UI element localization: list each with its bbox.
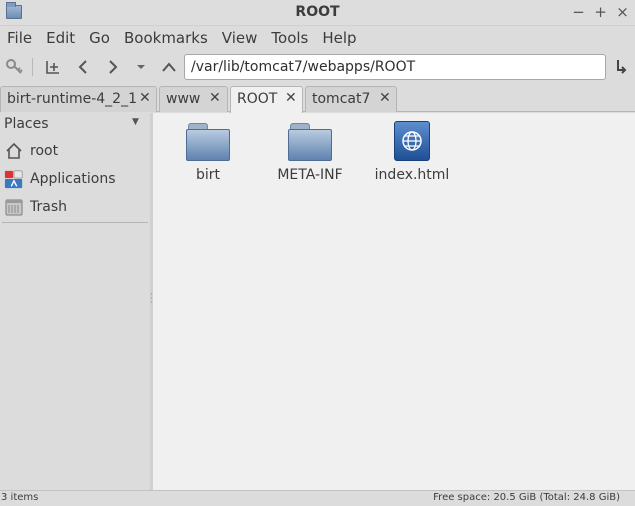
sidebar-item-label: Applications [30,171,116,187]
tab-tomcat7[interactable]: tomcat7 ✕ [305,86,397,112]
sidebar-divider [2,222,148,223]
back-button[interactable] [72,56,94,78]
toolbar-separator [32,58,33,76]
forward-button[interactable] [102,56,124,78]
close-icon[interactable]: × [616,3,629,21]
tab-label: birt-runtime-4_2_1 [7,91,137,107]
key-icon [6,59,23,74]
tab-label: www [166,91,201,107]
toolbar: /var/lib/tomcat7/webapps/ROOT [0,50,635,84]
home-icon [4,141,24,161]
tab-root[interactable]: ROOT ✕ [230,86,303,113]
file-name: index.html [374,167,450,183]
new-tab-button[interactable] [42,56,64,78]
html-globe-icon [394,121,430,161]
tab-label: tomcat7 [312,91,371,107]
parent-folder-button[interactable] [158,56,180,78]
menu-bookmarks[interactable]: Bookmarks [119,29,213,47]
menu-bar: File Edit Go Bookmarks View Tools Help [0,26,635,50]
tab-www[interactable]: www ✕ [159,86,228,112]
close-tab-icon[interactable]: ✕ [209,90,221,106]
menu-view[interactable]: View [217,29,263,47]
forward-arrow-icon [109,60,118,74]
up-arrow-icon [162,62,176,72]
folder-icon [186,121,230,161]
file-item-index-html[interactable]: index.html [364,121,460,183]
sidebar-item-label: root [30,143,59,159]
path-input[interactable]: /var/lib/tomcat7/webapps/ROOT [184,54,606,80]
chevron-down-icon [137,65,145,69]
sidebar: Places ▼ root Applications Trash [0,113,150,490]
close-tab-icon[interactable]: ✕ [379,90,391,106]
tab-birt-runtime[interactable]: birt-runtime-4_2_1 ✕ [0,86,157,112]
status-bar: 3 items Free space: 20.5 GiB (Total: 24.… [0,490,635,506]
file-item-meta-inf[interactable]: META-INF [262,121,358,183]
item-count: 3 items [1,492,39,503]
free-space: Free space: 20.5 GiB (Total: 24.8 GiB) [433,492,620,503]
history-dropdown-button[interactable] [130,56,152,78]
sidebar-item-applications[interactable]: Applications [4,167,148,191]
menu-help[interactable]: Help [317,29,361,47]
folder-icon [288,121,332,161]
sidebar-item-trash[interactable]: Trash [4,195,148,219]
places-header[interactable]: Places [4,116,49,132]
menu-edit[interactable]: Edit [41,29,80,47]
maximize-icon[interactable]: + [594,3,607,21]
go-arrow-icon [617,60,627,74]
places-dropdown-icon[interactable]: ▼ [132,117,139,127]
close-tab-icon[interactable]: ✕ [285,90,297,106]
menu-go[interactable]: Go [84,29,115,47]
trash-icon [4,197,24,217]
file-item-birt[interactable]: birt [160,121,256,183]
close-tab-icon[interactable]: ✕ [139,90,151,106]
sidebar-item-root[interactable]: root [4,139,148,163]
menu-file[interactable]: File [2,29,37,47]
sidebar-item-label: Trash [30,199,67,215]
tab-label: ROOT [237,91,278,107]
new-tab-icon [46,61,59,74]
path-mode-button[interactable] [4,56,26,78]
tab-bar: birt-runtime-4_2_1 ✕ www ✕ ROOT ✕ tomcat… [0,86,635,113]
back-arrow-icon [78,60,87,74]
window-controls: − + × [572,3,629,21]
file-name: META-INF [277,167,343,183]
applications-icon [4,169,24,189]
menu-tools[interactable]: Tools [266,29,313,47]
title-bar: ROOT − + × [0,0,635,26]
go-button[interactable] [610,56,632,78]
minimize-icon[interactable]: − [572,3,585,21]
file-view[interactable]: birt META-INF index.html [153,113,635,490]
window-title: ROOT [295,4,340,20]
file-name: birt [195,167,221,183]
